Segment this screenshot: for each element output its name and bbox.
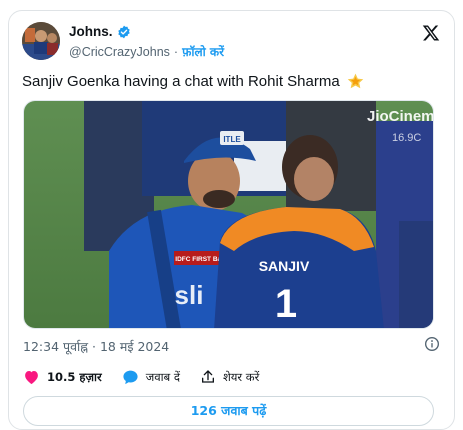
reply-button[interactable]: जवाब दें xyxy=(122,369,180,385)
share-icon xyxy=(200,369,216,385)
jersey-brand-text: sli xyxy=(175,280,204,310)
glowing-star-icon xyxy=(346,72,365,91)
cap-logo-text: ITLE xyxy=(223,135,241,144)
follow-button[interactable]: फ़ॉलो करें xyxy=(182,43,224,60)
like-count: 10.5 हज़ार xyxy=(47,369,102,384)
jiocinema-watermark: JioCinema xyxy=(367,108,434,125)
share-button[interactable]: शेयर करें xyxy=(200,369,259,385)
tweet-actions: 10.5 हज़ार जवाब दें शेयर करें xyxy=(23,369,279,385)
verified-badge-icon xyxy=(117,25,131,39)
tweet-timestamp[interactable]: 12:34 पूर्वाह्न · 18 मई 2024 xyxy=(23,338,169,355)
tweet-media-image[interactable]: ITLE IDFC FIRST Bank sli SANJIV 1 JioCin… xyxy=(23,100,434,329)
heart-icon xyxy=(23,369,40,385)
handle-separator: · xyxy=(173,44,179,59)
share-label: शेयर करें xyxy=(222,369,260,384)
tweet-text: Sanjiv Goenka having a chat with Rohit S… xyxy=(22,72,365,91)
profile-avatar[interactable] xyxy=(22,22,60,60)
watermark-overlay-text: 16.9C xyxy=(392,132,421,144)
author-name-row: Johns. xyxy=(69,24,131,39)
read-replies-button[interactable]: 126 जवाब पढ़ें xyxy=(23,396,434,426)
jersey-name-text: SANJIV xyxy=(259,258,310,274)
reply-label: जवाब दें xyxy=(145,369,180,384)
author-handle-row: @CricCrazyJohns · फ़ॉलो करें xyxy=(69,43,224,60)
author-handle[interactable]: @CricCrazyJohns xyxy=(69,45,170,59)
x-logo-icon[interactable] xyxy=(422,24,440,42)
jersey-number-text: 1 xyxy=(275,282,297,326)
author-display-name[interactable]: Johns. xyxy=(69,24,113,39)
tweet-card: Johns. @CricCrazyJohns · फ़ॉलो करें Sanj… xyxy=(8,10,455,430)
info-icon[interactable] xyxy=(424,336,440,352)
like-button[interactable]: 10.5 हज़ार xyxy=(23,369,102,385)
tweet-body: Sanjiv Goenka having a chat with Rohit S… xyxy=(22,73,340,90)
reply-bubble-icon xyxy=(122,369,139,385)
